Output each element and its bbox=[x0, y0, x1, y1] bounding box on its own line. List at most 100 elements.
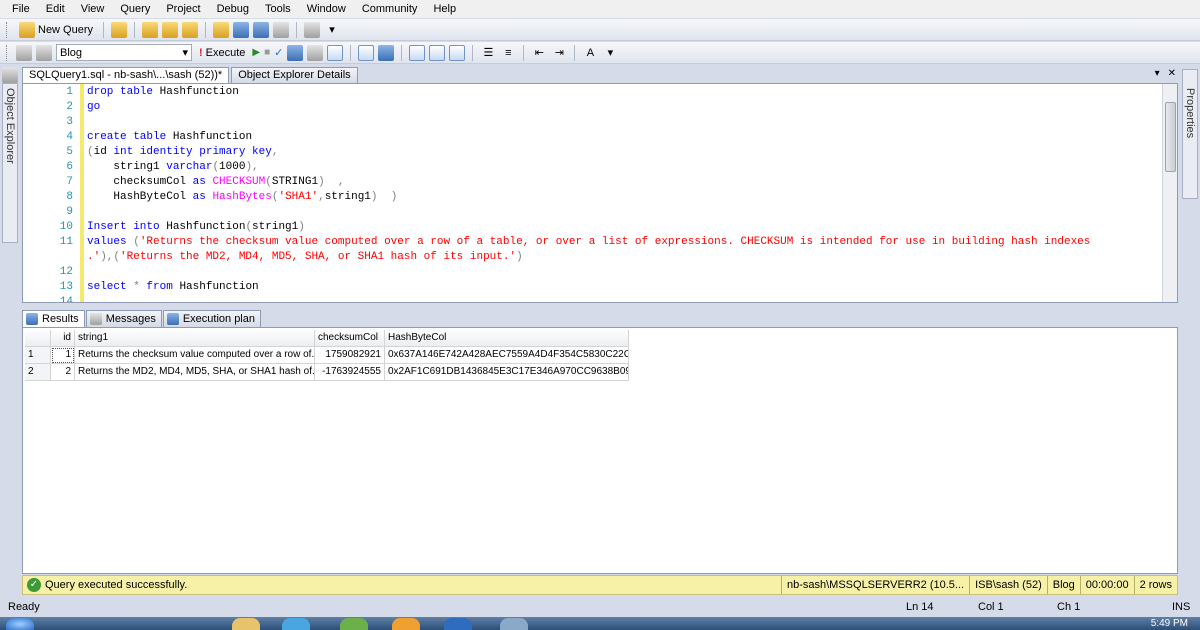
menu-item-debug[interactable]: Debug bbox=[209, 0, 257, 18]
debug-play-icon[interactable]: ▶ bbox=[252, 47, 260, 58]
execute-button[interactable]: ! Execute bbox=[196, 47, 248, 59]
cell-checksumcol[interactable]: -1763924555 bbox=[315, 364, 385, 381]
results-to-grid-icon[interactable] bbox=[409, 44, 426, 61]
taskbar-app-icon[interactable] bbox=[500, 618, 528, 630]
menu-item-tools[interactable]: Tools bbox=[257, 0, 299, 18]
analysis-services-query-icon[interactable] bbox=[142, 21, 159, 38]
column-header-checksumcol[interactable]: checksumCol bbox=[315, 330, 385, 347]
tab-dropdown-icon[interactable]: ▾ bbox=[1155, 66, 1160, 82]
code-line[interactable]: HashByteCol as HashBytes('SHA1',string1)… bbox=[87, 190, 397, 205]
database-engine-query-icon[interactable] bbox=[111, 21, 128, 38]
toolbar-separator bbox=[296, 21, 298, 38]
taskbar-app-icon[interactable] bbox=[282, 618, 310, 630]
save-all-icon[interactable] bbox=[253, 21, 270, 38]
tab-results[interactable]: Results bbox=[22, 310, 85, 327]
properties-tab[interactable]: Properties bbox=[1182, 69, 1198, 199]
column-header-string1[interactable]: string1 bbox=[75, 330, 315, 347]
code-line[interactable]: create table Hashfunction bbox=[87, 130, 252, 145]
save-icon[interactable] bbox=[233, 21, 250, 38]
results-to-text-alt-icon[interactable] bbox=[449, 44, 466, 61]
grid-corner[interactable] bbox=[25, 330, 51, 347]
code-area[interactable]: drop table Hashfunction go create table Ha… bbox=[87, 84, 1161, 302]
parse-checkmark-icon[interactable]: ✓ bbox=[274, 46, 283, 59]
messages-icon bbox=[89, 313, 102, 325]
tab-controls: ▾ ✕ bbox=[1155, 66, 1176, 82]
taskbar-app-icon[interactable] bbox=[232, 618, 260, 630]
cell-string1[interactable]: Returns the MD2, MD4, MD5, SHA, or SHA1 … bbox=[75, 364, 315, 381]
close-icon[interactable]: ✕ bbox=[1168, 66, 1176, 82]
cell-hashbytecol[interactable]: 0x637A146E742A428AEC7559A4D4F354C5830C22… bbox=[385, 347, 629, 364]
comment-lines-icon[interactable]: ☰ bbox=[480, 45, 496, 61]
taskbar-app-icon[interactable] bbox=[392, 618, 420, 630]
row-header[interactable]: 1 bbox=[25, 347, 51, 364]
code-line[interactable]: Insert into Hashfunction(string1) bbox=[87, 220, 305, 235]
menu-item-query[interactable]: Query bbox=[112, 0, 158, 18]
toolbar-overflow-icon[interactable]: ▾ bbox=[602, 45, 618, 61]
word-icon[interactable] bbox=[444, 618, 472, 630]
menu-item-community[interactable]: Community bbox=[354, 0, 426, 18]
increase-indent-icon[interactable]: ⇥ bbox=[551, 45, 567, 61]
available-databases-select[interactable]: Blog ▾ bbox=[56, 44, 192, 61]
xmla-query-icon[interactable] bbox=[182, 21, 199, 38]
tab-execution-plan[interactable]: Execution plan bbox=[162, 310, 261, 327]
tab-messages[interactable]: Messages bbox=[85, 310, 162, 327]
results-to-file-icon[interactable] bbox=[429, 44, 446, 61]
cell-hashbytecol[interactable]: 0x2AF1C691DB1436845E3C17E346A970CC9638B0… bbox=[385, 364, 629, 381]
new-query-button[interactable]: New Query bbox=[16, 21, 96, 38]
code-line[interactable]: drop table Hashfunction bbox=[87, 85, 239, 100]
column-header-id[interactable]: id bbox=[51, 330, 75, 347]
specify-template-values-icon[interactable]: A bbox=[582, 45, 598, 61]
cell-id[interactable]: 1 bbox=[51, 347, 75, 364]
tab-object-explorer-details[interactable]: Object Explorer Details bbox=[231, 67, 358, 83]
code-line[interactable]: values ('Returns the checksum value comp… bbox=[87, 235, 1090, 250]
code-line[interactable]: string1 varchar(1000), bbox=[87, 160, 258, 175]
display-estimated-plan-icon[interactable] bbox=[287, 44, 304, 61]
editor-vertical-scrollbar[interactable] bbox=[1162, 84, 1177, 302]
code-line[interactable]: (id int identity primary key, bbox=[87, 145, 278, 160]
stop-icon[interactable]: ■ bbox=[264, 47, 270, 58]
code-token: create table bbox=[87, 131, 173, 143]
mdx-query-icon[interactable] bbox=[162, 21, 179, 38]
menu-item-edit[interactable]: Edit bbox=[38, 0, 73, 18]
include-actual-plan-icon[interactable] bbox=[358, 44, 375, 61]
query-designer-icon[interactable] bbox=[307, 44, 324, 61]
table-row[interactable]: 2 2 Returns the MD2, MD4, MD5, SHA, or S… bbox=[25, 364, 629, 381]
query-editor[interactable]: 1 2 3 4 5 6 7 8 9 10 11 12 13 14 drop table Hashfunct… bbox=[22, 83, 1178, 303]
open-file-icon[interactable] bbox=[213, 21, 230, 38]
cell-checksumcol[interactable]: 1759082921 bbox=[315, 347, 385, 364]
cell-string1[interactable]: Returns the checksum value computed over… bbox=[75, 347, 315, 364]
object-explorer-icon[interactable] bbox=[2, 67, 18, 83]
client-statistics-icon[interactable] bbox=[378, 44, 395, 61]
menu-item-view[interactable]: View bbox=[73, 0, 113, 18]
scrollbar-thumb[interactable] bbox=[1165, 102, 1176, 172]
toolbar-grip[interactable] bbox=[6, 21, 9, 38]
object-explorer-tab[interactable]: Object Explorer bbox=[2, 83, 18, 243]
taskbar-app-icon[interactable] bbox=[340, 618, 368, 630]
line-indicator: Ln 14 bbox=[906, 601, 934, 613]
cell-id[interactable]: 2 bbox=[51, 364, 75, 381]
results-to-text-icon[interactable] bbox=[327, 44, 344, 61]
row-header[interactable]: 2 bbox=[25, 364, 51, 381]
menu-item-file[interactable]: File bbox=[4, 0, 38, 18]
menu-item-window[interactable]: Window bbox=[299, 0, 354, 18]
tab-sql-query1[interactable]: SQLQuery1.sql - nb-sash\...\sash (52))* bbox=[22, 67, 230, 83]
code-line[interactable]: select * from Hashfunction bbox=[87, 280, 259, 295]
results-tab-strip: Results Messages Execution plan bbox=[22, 310, 1178, 327]
decrease-indent-icon[interactable]: ⇤ bbox=[531, 45, 547, 61]
connect-icon[interactable] bbox=[16, 44, 32, 61]
menu-item-help[interactable]: Help bbox=[425, 0, 464, 18]
code-line[interactable]: go bbox=[87, 100, 100, 115]
table-row[interactable]: 1 1 Returns the checksum value computed … bbox=[25, 347, 629, 364]
activity-monitor-icon[interactable] bbox=[304, 21, 321, 38]
code-line[interactable]: checksumCol as CHECKSUM(STRING1) , bbox=[87, 175, 344, 190]
start-button-icon[interactable] bbox=[6, 618, 34, 630]
uncomment-lines-icon[interactable]: ≡ bbox=[500, 45, 516, 61]
code-line[interactable]: .'),('Returns the MD2, MD4, MD5, SHA, or… bbox=[87, 250, 523, 265]
column-header-hashbytecol[interactable]: HashByteCol bbox=[385, 330, 629, 347]
menu-item-project[interactable]: Project bbox=[158, 0, 208, 18]
toolbar-overflow-icon[interactable]: ▾ bbox=[324, 22, 340, 38]
print-icon[interactable] bbox=[273, 21, 290, 38]
change-connection-icon[interactable] bbox=[36, 44, 52, 61]
standard-toolbar: New Query ▾ bbox=[0, 19, 1200, 41]
toolbar-grip[interactable] bbox=[6, 44, 9, 61]
